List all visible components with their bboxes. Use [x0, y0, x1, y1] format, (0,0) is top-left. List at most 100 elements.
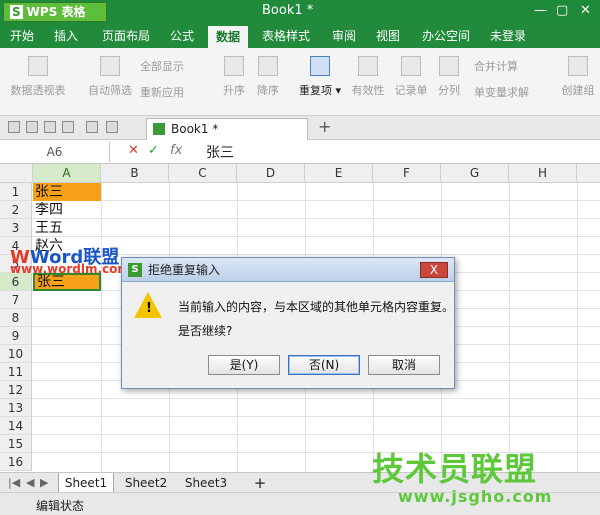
filter-icon — [100, 56, 120, 76]
save-icon[interactable] — [26, 121, 38, 133]
name-box[interactable]: A6 — [0, 142, 110, 162]
column-header[interactable] — [577, 164, 600, 183]
dialog-message: 当前输入的内容，与本区域的其他单元格内容重复。 — [178, 300, 455, 314]
merge-calc-button[interactable]: 合并计算 — [474, 58, 518, 74]
formula-bar: A6 ✕ ✓ fx 张三 — [0, 140, 600, 164]
validity-icon — [358, 56, 378, 76]
confirm-icon[interactable]: ✓ — [148, 143, 159, 158]
split-column-button[interactable]: 分列 — [434, 52, 464, 98]
dialog-question: 是否继续? — [178, 324, 233, 338]
record-form-button[interactable]: 记录单 — [392, 52, 430, 98]
formula-input[interactable]: 张三 — [206, 142, 234, 162]
tab-office-space[interactable]: 办公空间 — [416, 24, 476, 48]
dialog-title-bar: S 拒绝重复输入 X — [122, 258, 454, 282]
column-header[interactable]: H — [509, 164, 577, 183]
login-status[interactable]: 未登录 — [486, 24, 530, 48]
tab-formula[interactable]: 公式 — [164, 24, 200, 48]
no-button[interactable]: 否(N) — [288, 355, 360, 375]
fx-icon[interactable]: fx — [170, 143, 182, 158]
validity-button[interactable]: 有效性 — [348, 52, 388, 98]
row-header[interactable]: 16 — [0, 453, 32, 471]
tab-data[interactable]: 数据 — [208, 26, 248, 48]
reapply-button[interactable]: 重新应用 — [140, 84, 184, 100]
single-variable-solve-button[interactable]: 单变量求解 — [474, 84, 529, 100]
document-tab-bar: Book1 * + — [0, 116, 600, 140]
select-all-corner[interactable] — [0, 164, 33, 183]
spreadsheet-icon — [153, 123, 165, 135]
next-sheet-icon[interactable]: ▶ — [40, 476, 48, 489]
first-sheet-icon[interactable]: |◀ — [8, 476, 20, 489]
duplicates-icon — [310, 56, 330, 76]
duplicates-button[interactable]: 重复项 ▾ — [294, 52, 346, 98]
column-header[interactable]: F — [373, 164, 441, 183]
sort-desc-icon — [258, 56, 278, 76]
cell-a1[interactable]: 张三 — [33, 183, 101, 201]
tab-review[interactable]: 审阅 — [326, 24, 362, 48]
sheet-tab-3[interactable]: Sheet3 — [178, 473, 234, 493]
sort-asc-icon — [224, 56, 244, 76]
document-tab[interactable]: Book1 * — [146, 118, 308, 140]
row-header[interactable]: 8 — [0, 309, 32, 327]
tab-home[interactable]: 开始 — [4, 24, 40, 48]
column-header[interactable]: A — [33, 164, 101, 183]
record-form-icon — [401, 56, 421, 76]
tab-view[interactable]: 视图 — [370, 24, 406, 48]
preview-icon[interactable] — [62, 121, 74, 133]
row-header[interactable]: 3 — [0, 219, 32, 237]
watermark-bottom-url: www.jsgho.com — [398, 487, 553, 506]
tab-insert[interactable]: 插入 — [48, 24, 84, 48]
pivot-table-button[interactable]: 数据透视表 — [6, 52, 70, 98]
undo-icon[interactable] — [86, 121, 98, 133]
title-bar: S WPS 表格 Book1 * — ▢ ✕ — [0, 0, 600, 24]
duplicate-warning-dialog: S 拒绝重复输入 X ! 当前输入的内容，与本区域的其他单元格内容重复。 是否继… — [121, 257, 455, 389]
window-title: Book1 * — [262, 3, 314, 18]
group-icon — [568, 56, 588, 76]
wps-logo-icon: S — [128, 263, 142, 277]
column-header[interactable]: G — [441, 164, 509, 183]
row-header[interactable]: 1 — [0, 183, 32, 201]
prev-sheet-icon[interactable]: ◀ — [26, 476, 34, 489]
row-header[interactable]: 11 — [0, 363, 32, 381]
column-header[interactable]: D — [237, 164, 305, 183]
autofilter-button[interactable]: 自动筛选 — [84, 52, 136, 98]
row-header[interactable]: 9 — [0, 327, 32, 345]
column-header[interactable]: B — [101, 164, 169, 183]
ribbon: 数据透视表 自动筛选 全部显示 重新应用 升序 降序 重复项 ▾ 有效性 记录单… — [0, 48, 600, 116]
close-icon[interactable]: ✕ — [580, 3, 591, 18]
cell-a2[interactable]: 李四 — [33, 201, 101, 219]
column-header[interactable]: C — [169, 164, 237, 183]
cell-a3[interactable]: 王五 — [33, 219, 101, 237]
cancel-button[interactable]: 取消 — [368, 355, 440, 375]
sheet-tab-2[interactable]: Sheet2 — [118, 473, 174, 493]
print-icon[interactable] — [44, 121, 56, 133]
row-header[interactable]: 14 — [0, 417, 32, 435]
new-tab-icon[interactable]: + — [318, 117, 331, 136]
show-all-button[interactable]: 全部显示 — [140, 58, 184, 74]
app-logo-icon: S — [10, 5, 23, 19]
yes-button[interactable]: 是(Y) — [208, 355, 280, 375]
row-header[interactable]: 10 — [0, 345, 32, 363]
tab-table-style[interactable]: 表格样式 — [256, 24, 316, 48]
cancel-icon[interactable]: ✕ — [128, 143, 139, 158]
row-header[interactable]: 13 — [0, 399, 32, 417]
row-header[interactable]: 15 — [0, 435, 32, 453]
sort-ascending-button[interactable]: 升序 — [218, 52, 250, 98]
create-group-button[interactable]: 创建组 — [560, 52, 596, 98]
redo-icon[interactable] — [106, 121, 118, 133]
maximize-icon[interactable]: ▢ — [556, 3, 568, 18]
pivot-table-icon — [28, 56, 48, 76]
app-name: WPS 表格 — [26, 5, 86, 19]
menu-tabs: 开始 插入 页面布局 公式 数据 表格样式 审阅 视图 办公空间 未登录 — [0, 24, 600, 48]
minimize-icon[interactable]: — — [534, 3, 547, 18]
row-header[interactable]: 2 — [0, 201, 32, 219]
column-header[interactable]: E — [305, 164, 373, 183]
tab-page-layout[interactable]: 页面布局 — [96, 24, 156, 48]
sheet-tab-1[interactable]: Sheet1 — [58, 473, 114, 493]
app-menu-button[interactable]: S WPS 表格 — [3, 2, 107, 22]
row-header[interactable]: 12 — [0, 381, 32, 399]
new-icon[interactable] — [8, 121, 20, 133]
sort-descending-button[interactable]: 降序 — [252, 52, 284, 98]
row-header[interactable]: 7 — [0, 291, 32, 309]
dialog-close-button[interactable]: X — [420, 262, 448, 278]
add-sheet-icon[interactable]: + — [250, 473, 270, 493]
